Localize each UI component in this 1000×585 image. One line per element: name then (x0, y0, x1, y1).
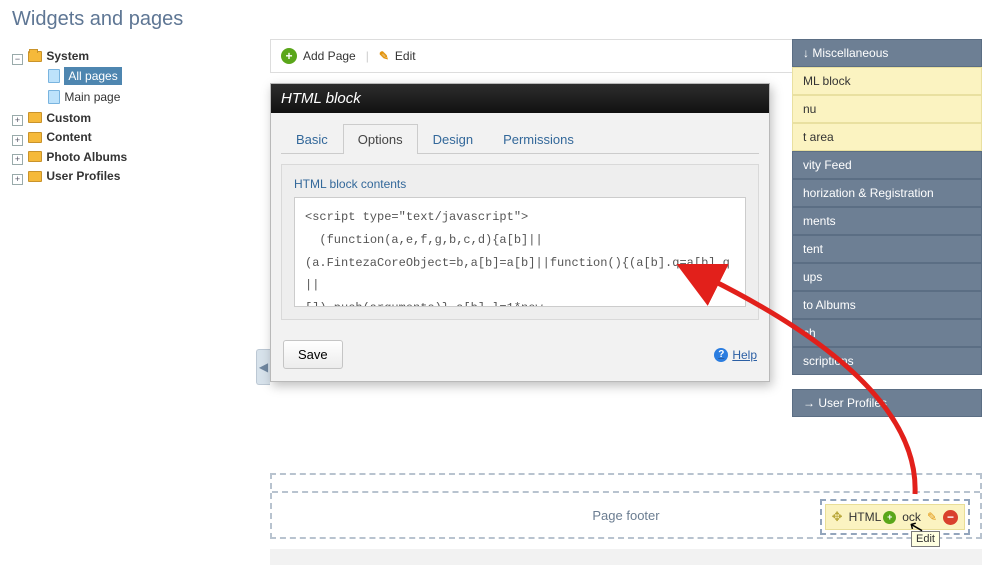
tree-node-photo-albums[interactable]: Photo Albums (28, 148, 127, 166)
save-button[interactable]: Save (283, 340, 343, 369)
dropzone-label: Page footer (592, 508, 659, 523)
expander-icon[interactable]: − (12, 54, 23, 65)
tab-basic[interactable]: Basic (281, 124, 343, 154)
widget-chip-wrap: ✥ HTML + ock ✎ − (820, 499, 970, 535)
nav-tree: − System All pages (12, 47, 258, 187)
pencil-icon: ✎ (379, 49, 389, 63)
page-icon (48, 90, 60, 104)
folder-icon (28, 171, 42, 182)
palette-section-user-profiles[interactable]: → User Profiles (792, 389, 982, 417)
help-label: Help (732, 348, 757, 362)
tree-label: All pages (64, 67, 121, 85)
expander-icon[interactable]: + (12, 174, 23, 185)
widgets-palette: ↓ Miscellaneous ML block nu t area vity … (792, 39, 982, 417)
palette-item[interactable]: nu (792, 95, 982, 123)
tree-node-custom[interactable]: Custom (28, 109, 91, 127)
palette-item[interactable]: ups (792, 263, 982, 291)
dialog-title: HTML block (271, 84, 769, 113)
dropzone: Page footer ✥ HTML + ock ✎ − ↖ Edit (270, 473, 982, 539)
palette-item[interactable]: horization & Registration (792, 179, 982, 207)
tree-node-system[interactable]: System (28, 47, 89, 65)
tree-node-user-profiles[interactable]: User Profiles (28, 167, 120, 185)
move-icon[interactable]: ✥ (832, 509, 843, 525)
field-label: HTML block contents (294, 177, 746, 191)
html-contents-textarea[interactable]: <script type="text/javascript"> (functio… (294, 197, 746, 307)
remove-icon[interactable]: − (943, 510, 958, 525)
palette-item[interactable]: to Albums (792, 291, 982, 319)
tree-label: Main page (64, 88, 120, 106)
expander-icon[interactable]: + (12, 154, 23, 165)
palette-item[interactable]: ments (792, 207, 982, 235)
folder-open-icon (28, 51, 42, 62)
tree-node-all-pages[interactable]: All pages (48, 67, 121, 85)
palette-item[interactable]: ch (792, 319, 982, 347)
dialog-tabs: Basic Options Design Permissions (281, 123, 759, 154)
expander-none-icon (30, 72, 43, 83)
expander-none-icon (30, 93, 43, 104)
tree-node-content[interactable]: Content (28, 128, 91, 146)
tab-permissions[interactable]: Permissions (488, 124, 589, 154)
palette-item[interactable]: ML block (792, 67, 982, 95)
edit-button[interactable]: Edit (395, 49, 416, 63)
folder-icon (28, 132, 42, 143)
add-page-button[interactable]: Add Page (303, 49, 356, 63)
tab-options[interactable]: Options (343, 124, 418, 154)
expander-icon[interactable]: + (12, 115, 23, 126)
help-icon: ? (714, 348, 728, 362)
tree-label: Photo Albums (46, 148, 127, 166)
main-panel: ◀ + Add Page | ✎ Edit Widgets for templa… (270, 39, 1000, 585)
collapse-left-icon[interactable]: ◀ (256, 349, 270, 385)
help-link[interactable]: ? Help (714, 348, 757, 362)
palette-item[interactable]: scriptions (792, 347, 982, 375)
tree-label: Custom (46, 109, 91, 127)
tab-design[interactable]: Design (418, 124, 488, 154)
palette-item[interactable]: t area (792, 123, 982, 151)
tree-node-main-page[interactable]: Main page (48, 88, 120, 106)
separator: | (366, 49, 369, 63)
tree-label: Content (46, 128, 91, 146)
tree-panel: − System All pages (0, 39, 270, 585)
page-icon (48, 69, 60, 83)
tree-label: User Profiles (46, 167, 120, 185)
folder-icon (28, 112, 42, 123)
palette-item[interactable]: vity Feed (792, 151, 982, 179)
widget-chip-html-block[interactable]: ✥ HTML + ock ✎ − (825, 504, 965, 530)
page-title: Widgets and pages (0, 0, 1000, 39)
plus-icon: + (281, 48, 297, 64)
folder-icon (28, 151, 42, 162)
tree-label: System (46, 47, 89, 65)
dialog-html-block: HTML block Basic Options Design Permissi… (270, 83, 770, 382)
palette-item[interactable]: tent (792, 235, 982, 263)
expander-icon[interactable]: + (12, 135, 23, 146)
palette-section-misc[interactable]: ↓ Miscellaneous (792, 39, 982, 67)
